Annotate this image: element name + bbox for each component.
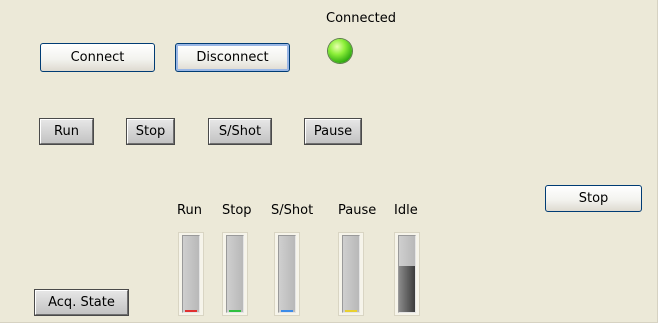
indicator-label-sshot: S/Shot bbox=[271, 203, 314, 218]
indicator-sshot bbox=[274, 232, 300, 316]
indicator-idle bbox=[394, 232, 420, 316]
run-button[interactable]: Run bbox=[39, 118, 94, 145]
stop-button[interactable]: Stop bbox=[545, 185, 642, 212]
front-panel: Connected Connect Disconnect Run Stop S/… bbox=[0, 0, 658, 323]
indicator-pause bbox=[338, 232, 364, 316]
indicator-color-strip bbox=[345, 310, 357, 312]
connected-label: Connected bbox=[326, 11, 397, 26]
indicator-stop bbox=[222, 232, 248, 316]
indicator-label-run: Run bbox=[177, 203, 202, 218]
disconnect-button[interactable]: Disconnect bbox=[175, 43, 290, 72]
indicator-label-idle: Idle bbox=[394, 203, 418, 218]
indicator-run bbox=[178, 232, 204, 316]
indicator-color-strip bbox=[229, 310, 241, 312]
connect-button[interactable]: Connect bbox=[40, 43, 155, 72]
indicator-color-strip bbox=[281, 310, 293, 312]
connected-led bbox=[328, 39, 352, 63]
indicator-label-pause: Pause bbox=[338, 203, 377, 218]
stop-command-button[interactable]: Stop bbox=[126, 118, 175, 145]
sshot-button[interactable]: S/Shot bbox=[208, 118, 272, 145]
pause-button[interactable]: Pause bbox=[304, 118, 362, 145]
indicator-label-stop: Stop bbox=[222, 203, 252, 218]
acq-state-button[interactable]: Acq. State bbox=[34, 289, 129, 316]
indicator-color-strip bbox=[185, 310, 197, 312]
